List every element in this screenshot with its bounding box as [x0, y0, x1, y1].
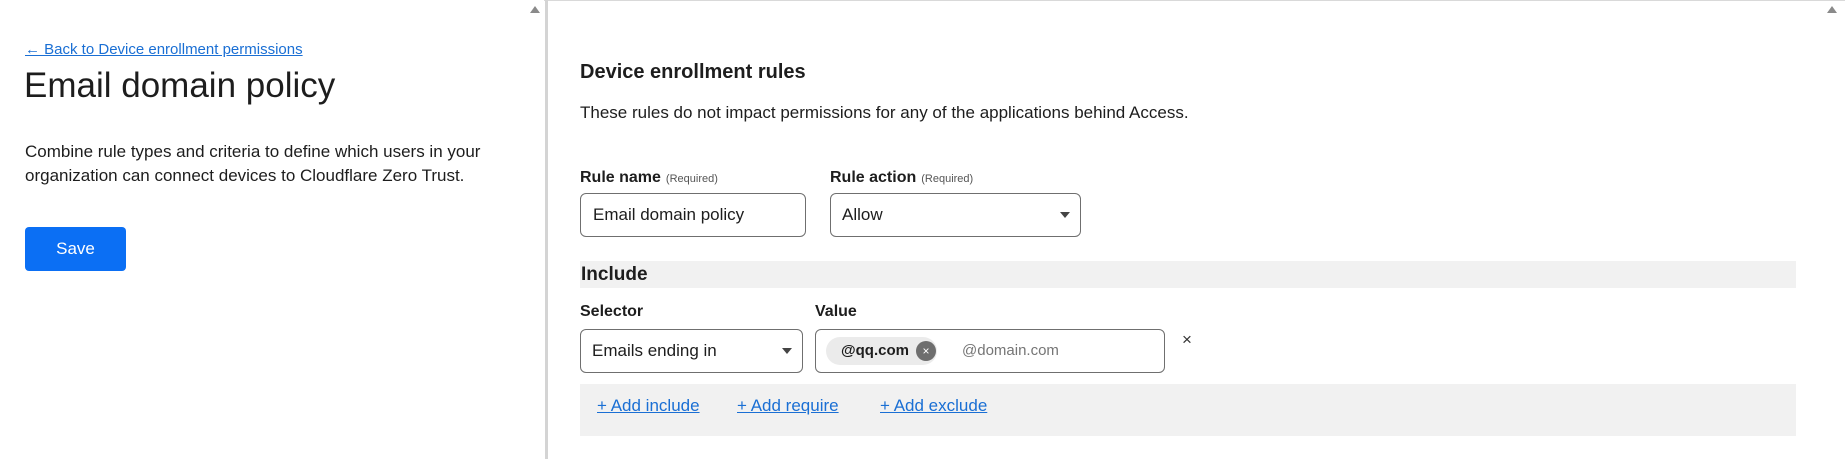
add-require-link[interactable]: + Add require	[737, 396, 839, 416]
close-icon[interactable]: ×	[1182, 330, 1192, 350]
selector-select[interactable]: Emails ending in	[580, 329, 803, 373]
value-input[interactable]: @qq.com ×	[815, 329, 1165, 373]
page-description: Combine rule types and criteria to defin…	[25, 142, 481, 185]
chip-label: @qq.com	[841, 342, 909, 359]
rule-name-value: Email domain policy	[593, 205, 745, 224]
rule-name-label: Rule name (Required)	[580, 169, 718, 187]
value-chip: @qq.com ×	[826, 337, 937, 365]
rule-action-value: Allow	[842, 205, 883, 224]
left-pane: ← Back to Device enrollment permissions …	[0, 0, 544, 459]
rule-name-input[interactable]: Email domain policy	[580, 193, 806, 237]
value-label: Value	[815, 303, 857, 320]
include-title: Include	[581, 264, 648, 285]
section-description: These rules do not impact permissions fo…	[580, 103, 1189, 122]
save-button[interactable]: Save	[25, 227, 126, 271]
close-icon[interactable]: ×	[916, 341, 936, 361]
value-text-field[interactable]	[962, 342, 1152, 359]
include-header: Include	[580, 261, 1796, 288]
right-pane: Device enrollment rules These rules do n…	[548, 0, 1845, 459]
rule-action-label: Rule action (Required)	[830, 169, 973, 187]
chevron-down-icon	[782, 348, 792, 354]
chevron-down-icon	[1060, 212, 1070, 218]
add-exclude-link[interactable]: + Add exclude	[880, 396, 987, 416]
add-rule-bar: + Add include + Add require + Add exclud…	[580, 384, 1796, 436]
selector-value: Emails ending in	[592, 341, 717, 360]
required-hint: (Required)	[665, 173, 718, 185]
required-hint: (Required)	[921, 173, 974, 185]
rule-action-select[interactable]: Allow	[830, 193, 1081, 237]
selector-label: Selector	[580, 303, 644, 320]
rule-name-label-text: Rule name	[580, 169, 661, 186]
page-title: Email domain policy	[24, 66, 336, 105]
scroll-up-icon[interactable]	[1827, 6, 1837, 13]
scroll-up-icon[interactable]	[530, 6, 540, 13]
add-include-link[interactable]: + Add include	[597, 396, 700, 416]
back-link[interactable]: ← Back to Device enrollment permissions	[25, 41, 303, 58]
rule-action-label-text: Rule action	[830, 169, 917, 186]
section-title: Device enrollment rules	[580, 61, 806, 83]
